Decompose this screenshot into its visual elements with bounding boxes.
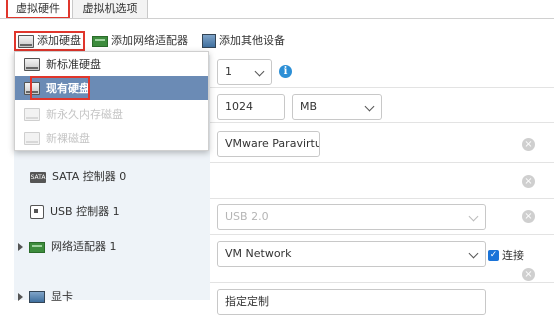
hard-disk-icon — [24, 57, 40, 71]
display-icon — [29, 291, 45, 303]
usb-version-value: USB 2.0 — [225, 210, 269, 223]
row-divider — [210, 234, 554, 235]
menu-item-new-pmem-disk: 新永久内存磁盘 — [15, 102, 208, 126]
tab-divider — [0, 18, 554, 19]
video-select[interactable]: 指定定制 — [217, 289, 486, 315]
add-hard-disk-button[interactable]: 添加硬盘 — [14, 31, 85, 51]
video-card-row[interactable]: 显卡 — [18, 288, 73, 306]
chevron-down-icon — [254, 66, 265, 77]
connect-checkbox[interactable]: ✓ 连接 — [488, 247, 524, 263]
add-hard-disk-label: 添加硬盘 — [37, 34, 81, 47]
network-adapter-icon — [29, 241, 45, 253]
memory-unit-select[interactable]: MB — [292, 94, 382, 120]
tab-vm-options[interactable]: 虚拟机选项 — [72, 0, 148, 19]
expand-arrow-icon[interactable] — [18, 243, 23, 251]
add-other-device-label: 添加其他设备 — [219, 34, 285, 47]
row-divider — [210, 162, 554, 163]
network-select[interactable]: VM Network — [217, 241, 486, 267]
cpu-count-value: 1 — [225, 65, 232, 78]
check-icon: ✓ — [488, 249, 499, 261]
menu-item-new-standard-disk[interactable]: 新标准硬盘 — [15, 52, 208, 76]
video-value: 指定定制 — [225, 295, 269, 308]
hard-disk-icon — [18, 34, 34, 48]
row-divider — [210, 122, 554, 123]
tab-virtual-hardware[interactable]: 虚拟硬件 — [6, 0, 70, 19]
add-network-adapter-button[interactable]: 添加网络适配器 — [92, 32, 188, 50]
info-icon[interactable]: i — [279, 65, 292, 78]
network-adapter-icon — [92, 35, 108, 47]
video-card-label: 显卡 — [51, 290, 73, 303]
scsi-controller-value: VMware Paravirtual — [225, 137, 319, 150]
network-adapter-label: 网络适配器 1 — [51, 240, 117, 253]
memory-unit-value: MB — [300, 100, 318, 113]
menu-item-new-raw-disk: 新裸磁盘 — [15, 126, 208, 150]
sata-controller-icon: SATA — [30, 171, 46, 183]
selection-highlight — [30, 76, 90, 100]
remove-icon[interactable]: × — [522, 210, 535, 223]
device-icon — [202, 34, 216, 48]
network-value: VM Network — [225, 247, 292, 260]
row-divider — [210, 198, 554, 199]
chevron-down-icon — [468, 211, 479, 222]
chevron-down-icon — [468, 248, 479, 259]
sata-controller-label: SATA 控制器 0 — [52, 170, 127, 183]
remove-icon[interactable]: × — [522, 175, 535, 188]
add-other-device-button[interactable]: 添加其他设备 — [202, 32, 285, 50]
row-divider — [210, 282, 554, 283]
network-adapter-row[interactable]: 网络适配器 1 — [18, 238, 117, 256]
connect-label: 连接 — [502, 249, 524, 262]
sata-controller-row[interactable]: SATA SATA 控制器 0 — [30, 168, 126, 186]
add-network-adapter-label: 添加网络适配器 — [111, 34, 188, 47]
row-divider — [210, 87, 554, 88]
usb-controller-row[interactable]: USB 控制器 1 — [30, 203, 120, 221]
cpu-count-select[interactable]: 1 — [217, 59, 272, 85]
usb-version-select: USB 2.0 — [217, 204, 486, 230]
hard-disk-icon — [24, 107, 40, 121]
chevron-down-icon — [364, 101, 375, 112]
remove-icon[interactable]: × — [522, 268, 535, 281]
scsi-controller-select[interactable]: VMware Paravirtual — [217, 131, 320, 157]
menu-item-label: 新标准硬盘 — [46, 58, 101, 71]
memory-size-value: 1024 — [225, 100, 253, 113]
usb-controller-label: USB 控制器 1 — [50, 205, 120, 218]
add-hard-disk-menu: 新标准硬盘 现有硬盘 新永久内存磁盘 新裸磁盘 — [14, 51, 209, 151]
hard-disk-icon — [24, 131, 40, 145]
menu-item-label: 新裸磁盘 — [46, 132, 90, 145]
usb-icon — [30, 205, 44, 219]
remove-icon[interactable]: × — [522, 138, 535, 151]
memory-size-input[interactable]: 1024 — [217, 94, 285, 120]
menu-item-label: 新永久内存磁盘 — [46, 108, 123, 121]
